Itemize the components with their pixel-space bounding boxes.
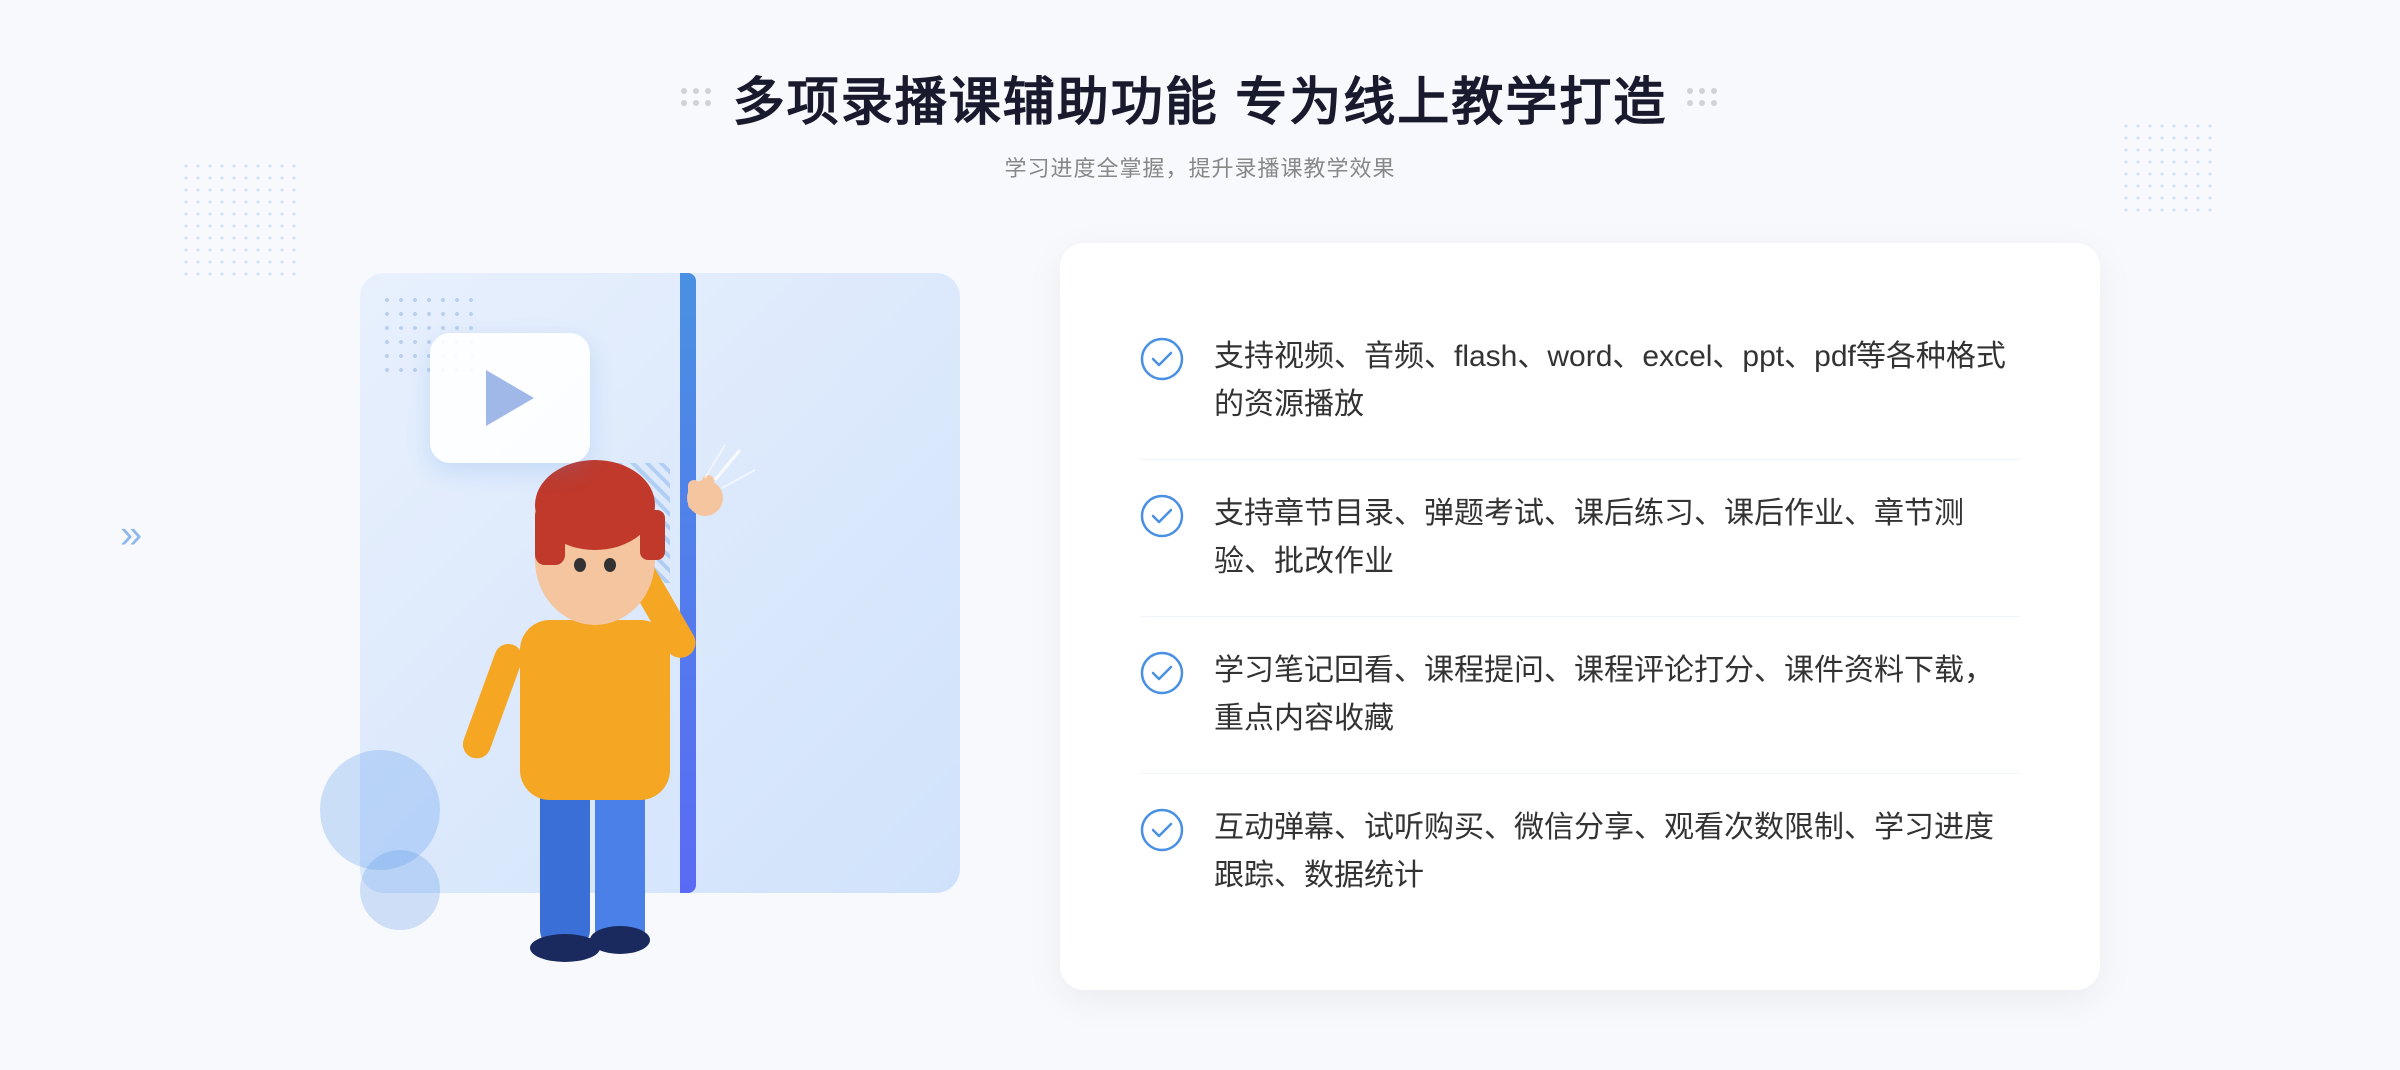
feature-text-3: 学习笔记回看、课程提问、课程评论打分、课件资料下载，重点内容收藏 — [1214, 647, 2020, 743]
decorator-left — [681, 88, 713, 108]
feature-text-4: 互动弹幕、试听购买、微信分享、观看次数限制、学习进度跟踪、数据统计 — [1214, 804, 2020, 900]
feature-text-1: 支持视频、音频、flash、word、excel、ppt、pdf等各种格式的资源… — [1214, 333, 2020, 429]
header-section: 多项录播课辅助功能 专为线上教学打造 学习进度全掌握，提升录播课教学效果 — [681, 60, 1719, 183]
feature-item-3: 学习笔记回看、课程提问、课程评论打分、课件资料下载，重点内容收藏 — [1140, 617, 2020, 774]
feature-item-4: 互动弹幕、试听购买、微信分享、观看次数限制、学习进度跟踪、数据统计 — [1140, 774, 2020, 930]
features-panel: 支持视频、音频、flash、word、excel、ppt、pdf等各种格式的资源… — [1060, 243, 2100, 990]
feature-item-2: 支持章节目录、弹题考试、课后练习、课后作业、章节测验、批改作业 — [1140, 460, 2020, 617]
content-area: 支持视频、音频、flash、word、excel、ppt、pdf等各种格式的资源… — [300, 243, 2100, 990]
check-circle-icon-3 — [1140, 651, 1184, 695]
title-row: 多项录播课辅助功能 专为线上教学打造 — [681, 60, 1719, 135]
page-title: 多项录播课辅助功能 专为线上教学打造 — [733, 60, 1667, 135]
page-subtitle: 学习进度全掌握，提升录播课教学效果 — [681, 151, 1719, 183]
feature-item-1: 支持视频、音频、flash、word、excel、ppt、pdf等各种格式的资源… — [1140, 303, 2020, 460]
feature-text-2: 支持章节目录、弹题考试、课后练习、课后作业、章节测验、批改作业 — [1214, 490, 2020, 586]
check-circle-icon-2 — [1140, 494, 1184, 538]
play-icon — [486, 370, 534, 426]
dots-decoration-left — [180, 160, 300, 280]
check-circle-icon-4 — [1140, 808, 1184, 852]
play-button-bubble[interactable] — [430, 333, 590, 463]
illustration-panel — [300, 243, 1060, 990]
page-container: » 多项录播课辅助功能 专为线上教学打造 学习进度全掌握，提升录播课教学效果 — [0, 0, 2400, 1070]
chevron-left-icon[interactable]: » — [120, 513, 142, 558]
dots-decoration-right — [2120, 120, 2220, 220]
decorator-right — [1687, 88, 1719, 108]
check-circle-icon-1 — [1140, 337, 1184, 381]
